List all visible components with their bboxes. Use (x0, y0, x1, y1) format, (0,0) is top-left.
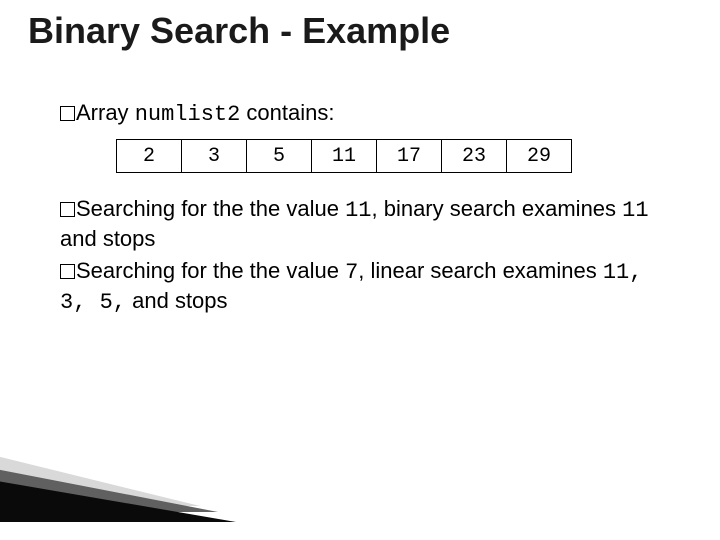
word-array: Array (76, 100, 129, 125)
array-declaration-line: Array numlist2 contains: (60, 100, 660, 127)
bullet-checkbox-icon (60, 264, 75, 279)
array-table: 2 3 5 11 17 23 29 (116, 139, 572, 173)
para1-value2: 11 (622, 198, 648, 223)
para1-lead: Searching (76, 196, 175, 221)
array-variable-name: numlist2 (135, 102, 241, 127)
para2-value1: 7 (345, 260, 358, 285)
bullet-binary-search: Searching for the the value 11, binary s… (60, 195, 660, 253)
array-cell: 23 (442, 140, 507, 173)
para1-value1: 11 (345, 198, 371, 223)
array-cell: 11 (312, 140, 377, 173)
bullet-checkbox-icon (60, 106, 75, 121)
para2-lead: Searching (76, 258, 175, 283)
para1-t3: and stops (60, 226, 155, 251)
para2-t1: for the the value (175, 258, 345, 283)
array-row: 2 3 5 11 17 23 29 (117, 140, 572, 173)
array-cell: 29 (507, 140, 572, 173)
array-cell: 3 (182, 140, 247, 173)
array-cell: 5 (247, 140, 312, 173)
array-cell: 17 (377, 140, 442, 173)
bullet-linear-search: Searching for the the value 7, linear se… (60, 257, 660, 317)
para1-t1: for the the value (175, 196, 345, 221)
para1-t2: , binary search examines (371, 196, 622, 221)
para2-t2: , linear search examines (358, 258, 603, 283)
slide-title: Binary Search - Example (28, 10, 450, 52)
array-cell: 2 (117, 140, 182, 173)
bullet-checkbox-icon (60, 202, 75, 217)
line1-tail: contains: (240, 100, 334, 125)
decorative-wedge-icon (0, 452, 240, 522)
slide-body: Array numlist2 contains: 2 3 5 11 17 23 … (60, 100, 660, 322)
para2-t3: and stops (126, 288, 228, 313)
